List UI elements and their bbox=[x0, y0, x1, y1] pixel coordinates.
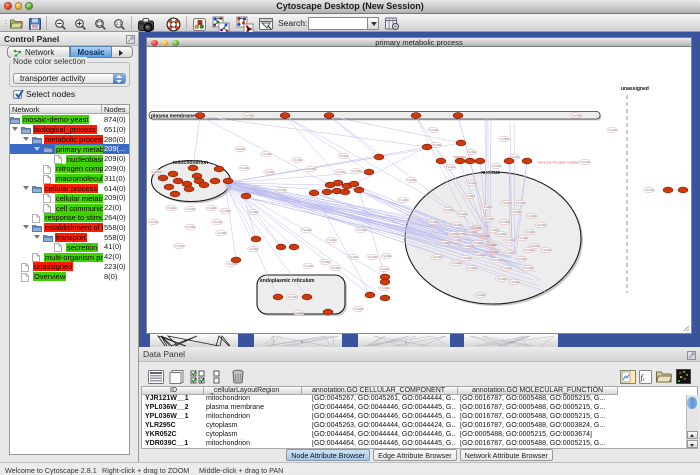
svg-text:Yxx00x: Yxx00x bbox=[213, 220, 223, 224]
svg-text:Yxx00x: Yxx00x bbox=[399, 198, 409, 202]
svg-text:Yxx00x: Yxx00x bbox=[645, 188, 655, 192]
svg-text:Yxx00x: Yxx00x bbox=[525, 230, 535, 234]
svg-text:Yxx00x: Yxx00x bbox=[453, 223, 463, 227]
svg-text:Yxx00x: Yxx00x bbox=[357, 228, 367, 232]
svg-text:Yxx00x: Yxx00x bbox=[382, 254, 392, 258]
svg-text:Yxx00x: Yxx00x bbox=[149, 220, 159, 224]
svg-text:Yxx00x: Yxx00x bbox=[465, 194, 475, 198]
svg-text:Yxx00x: Yxx00x bbox=[249, 210, 259, 214]
svg-text:Yxx00x: Yxx00x bbox=[380, 286, 390, 290]
svg-text:plasma membrane: plasma membrane bbox=[151, 113, 195, 119]
svg-text:unassigned: unassigned bbox=[621, 86, 649, 92]
svg-text:Yxx00x: Yxx00x bbox=[295, 311, 305, 315]
svg-text:Yxx00x: Yxx00x bbox=[505, 238, 515, 242]
svg-text:Yxx00x: Yxx00x bbox=[327, 238, 337, 242]
svg-text:Yxx00x: Yxx00x bbox=[608, 128, 618, 132]
svg-text:Yxx00x: Yxx00x bbox=[331, 266, 341, 270]
svg-text:Yxx00x: Yxx00x bbox=[527, 214, 537, 218]
svg-text:Yxx00x: Yxx00x bbox=[207, 206, 217, 210]
svg-text:Yxx00x: Yxx00x bbox=[517, 257, 527, 261]
svg-text:Yxx00x: Yxx00x bbox=[516, 201, 526, 205]
svg-text:Yxx00x: Yxx00x bbox=[293, 158, 303, 162]
svg-text:Yxx00x: Yxx00x bbox=[167, 206, 177, 210]
svg-text:Yxx00x: Yxx00x bbox=[572, 114, 582, 118]
svg-text:Yxx00x: Yxx00x bbox=[497, 277, 507, 281]
svg-text:Yxx00x: Yxx00x bbox=[510, 280, 520, 284]
svg-text:Yxx00x: Yxx00x bbox=[467, 150, 477, 154]
svg-text:endoplasmic reticulum: endoplasmic reticulum bbox=[260, 278, 315, 284]
svg-text:Yxx00x: Yxx00x bbox=[476, 293, 486, 297]
svg-text:1:1: 1:1 bbox=[116, 21, 123, 26]
svg-text:Yxx00x: Yxx00x bbox=[492, 164, 502, 168]
svg-text:Yxx00x: Yxx00x bbox=[484, 217, 494, 221]
svg-text:Yxx00x: Yxx00x bbox=[186, 207, 196, 211]
svg-text:Yxx00x: Yxx00x bbox=[475, 253, 485, 257]
svg-text:fₓ: fₓ bbox=[641, 373, 646, 382]
svg-text:Yxx00x: Yxx00x bbox=[542, 248, 552, 252]
svg-text:Yxx00x: Yxx00x bbox=[221, 209, 231, 213]
svg-text:Yxx00x: Yxx00x bbox=[581, 160, 591, 164]
svg-text:YGR121W YPL036W YLR295C: YGR121W YPL036W YLR295C bbox=[537, 161, 580, 165]
svg-text:Yxx00x: Yxx00x bbox=[302, 228, 312, 232]
svg-text:Yxx00x: Yxx00x bbox=[265, 170, 275, 174]
svg-text:Yxx00x: Yxx00x bbox=[217, 231, 227, 235]
svg-text:Yxx00x: Yxx00x bbox=[368, 255, 378, 259]
svg-text:Yxx00x: Yxx00x bbox=[321, 260, 331, 264]
svg-text:Yxx00x: Yxx00x bbox=[407, 178, 417, 182]
svg-text:Yxx00x: Yxx00x bbox=[336, 170, 346, 174]
svg-text:Yxx00x: Yxx00x bbox=[240, 166, 250, 170]
svg-text:Yxx00x: Yxx00x bbox=[288, 295, 298, 299]
svg-text:Yxx00x: Yxx00x bbox=[349, 255, 359, 259]
svg-text:Yxx00x: Yxx00x bbox=[489, 250, 499, 254]
svg-text:Yxx00x: Yxx00x bbox=[524, 266, 534, 270]
svg-text:Yxx00x: Yxx00x bbox=[463, 244, 473, 248]
svg-text:Yxx00x: Yxx00x bbox=[380, 267, 390, 271]
svg-text:Yxx00x: Yxx00x bbox=[175, 244, 185, 248]
svg-text:Yxx00x: Yxx00x bbox=[307, 167, 317, 171]
svg-text:Yxx00x: Yxx00x bbox=[462, 256, 472, 260]
svg-text:Yxx00x: Yxx00x bbox=[458, 212, 468, 216]
svg-text:Yxx00x: Yxx00x bbox=[304, 264, 314, 268]
svg-text:Yxx00x: Yxx00x bbox=[487, 243, 497, 247]
svg-text:Yxx00x: Yxx00x bbox=[444, 208, 454, 212]
svg-text:Yxx00x: Yxx00x bbox=[152, 170, 162, 174]
svg-text:Yxx00x: Yxx00x bbox=[277, 188, 287, 192]
svg-text:Yxx00x: Yxx00x bbox=[446, 165, 456, 169]
svg-text:Yxx00x: Yxx00x bbox=[339, 154, 349, 158]
svg-text:Yxx00x: Yxx00x bbox=[497, 232, 507, 236]
svg-text:Yxx00x: Yxx00x bbox=[429, 128, 439, 132]
svg-text:Yxx00x: Yxx00x bbox=[186, 225, 196, 229]
svg-text:Yxx00x: Yxx00x bbox=[352, 169, 362, 173]
svg-text:Yxx00x: Yxx00x bbox=[537, 223, 547, 227]
svg-text:Yxx00x: Yxx00x bbox=[440, 241, 450, 245]
svg-text:Yxx00x: Yxx00x bbox=[502, 201, 512, 205]
svg-text:Yxx00x: Yxx00x bbox=[467, 266, 477, 270]
svg-text:Yxx00x: Yxx00x bbox=[249, 247, 259, 251]
svg-text:Yxx00x: Yxx00x bbox=[467, 181, 477, 185]
svg-text:Yxx00x: Yxx00x bbox=[511, 210, 521, 214]
svg-text:Yxx00x: Yxx00x bbox=[473, 241, 483, 245]
svg-text:Yxx00x: Yxx00x bbox=[452, 238, 462, 242]
svg-text:Yxx00x: Yxx00x bbox=[244, 114, 254, 118]
svg-text:Yxx00x: Yxx00x bbox=[482, 205, 492, 209]
svg-text:Yxx00x: Yxx00x bbox=[433, 255, 443, 259]
svg-text:Yxx00x: Yxx00x bbox=[500, 137, 510, 141]
svg-text:Yxx00x: Yxx00x bbox=[432, 143, 442, 147]
svg-text:Yxx00x: Yxx00x bbox=[236, 147, 246, 151]
svg-text:Yxx00x: Yxx00x bbox=[354, 307, 364, 311]
svg-text:Yxx00x: Yxx00x bbox=[452, 261, 462, 265]
svg-text:Yxx00x: Yxx00x bbox=[449, 232, 459, 236]
svg-text:Yxx00x: Yxx00x bbox=[467, 230, 477, 234]
svg-text:Yxx00x: Yxx00x bbox=[518, 236, 528, 240]
svg-text:Yxx00x: Yxx00x bbox=[525, 248, 535, 252]
svg-text:Yxx00x: Yxx00x bbox=[493, 258, 503, 262]
svg-text:Yxx00x: Yxx00x bbox=[429, 220, 439, 224]
svg-text:Yxx00x: Yxx00x bbox=[502, 266, 512, 270]
svg-text:Yxx00x: Yxx00x bbox=[262, 152, 272, 156]
svg-text:Yxx00x: Yxx00x bbox=[500, 220, 510, 224]
svg-text:Yxx00x: Yxx00x bbox=[505, 251, 515, 255]
svg-text:Yxx00x: Yxx00x bbox=[480, 234, 490, 238]
